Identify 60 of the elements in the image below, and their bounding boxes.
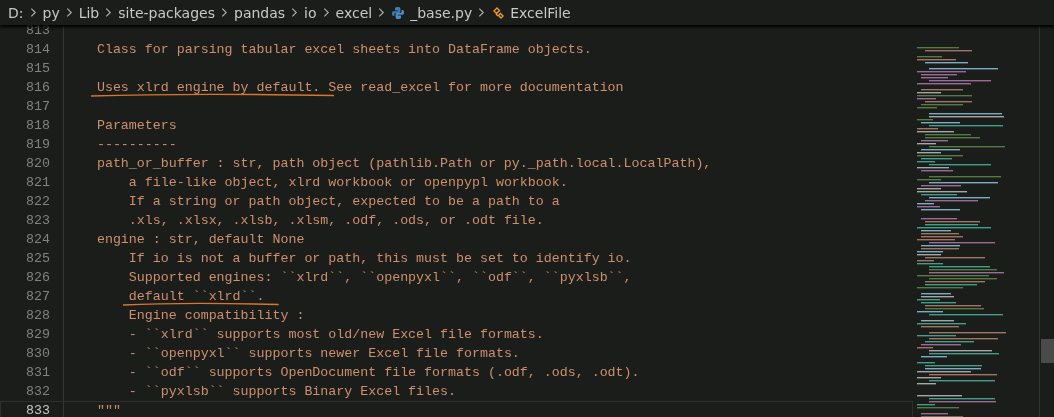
- line-number: 829: [25, 327, 50, 342]
- line-number: 821: [25, 175, 50, 190]
- breadcrumb-folder[interactable]: io: [304, 4, 317, 21]
- code-text: ----------: [96, 137, 177, 152]
- breadcrumb-folder[interactable]: site-packages: [118, 4, 215, 21]
- python-icon: [391, 5, 406, 20]
- chevron-icon: [291, 7, 299, 18]
- breadcrumb-symbol[interactable]: ExcelFile: [491, 4, 571, 21]
- scrollbar-thumb[interactable]: [1041, 339, 1054, 363]
- line-number: 825: [25, 251, 50, 266]
- code-text: engine : str, default None: [96, 232, 305, 247]
- breadcrumb-folder[interactable]: Lib: [78, 4, 100, 21]
- chevron-icon: [29, 7, 37, 18]
- code-text: Engine compatibility :: [128, 308, 305, 323]
- code-text: path_or_buffer : str, path object (pathlib.Path or py._path.local.LocalPath),: [96, 156, 712, 171]
- code-text: - ``xlrd`` supports most old/new Excel file formats.: [128, 327, 544, 342]
- chevron-icon: [65, 7, 73, 18]
- breadcrumb-folder[interactable]: excel: [335, 4, 373, 21]
- code-text: """: [96, 403, 121, 417]
- chevron-icon: [378, 7, 386, 18]
- line-number: 831: [25, 365, 50, 380]
- code-text: If a string or path object, expected to be a path to a: [128, 194, 560, 209]
- line-number: 822: [25, 194, 50, 209]
- line-number: 814: [25, 42, 50, 57]
- line-number: 818: [25, 118, 50, 133]
- line-number: 815: [25, 61, 50, 76]
- line-number: 826: [25, 270, 50, 285]
- code-text: .xls, .xlsx, .xlsb, .xlsm, .odf, .ods, or .odt file.: [128, 213, 544, 228]
- code-text: Class for parsing tabular excel sheets into DataFrame objects.: [96, 42, 592, 57]
- code-text: default ``xlrd``.: [128, 289, 265, 304]
- line-number: 828: [25, 308, 50, 323]
- line-number: 820: [25, 156, 50, 171]
- code-text: See read_excel for more documentation: [328, 80, 624, 95]
- line-number: 833: [25, 403, 50, 417]
- line-number: 827: [25, 289, 50, 304]
- chevron-icon: [322, 7, 330, 18]
- chevron-icon: [221, 7, 228, 18]
- line-number: 830: [25, 346, 50, 361]
- line-number: 819: [25, 137, 50, 152]
- line-number: 816: [25, 80, 50, 95]
- line-number: 832: [25, 384, 50, 399]
- code-text: If io is not a buffer or path, this must be set to identify io.: [128, 251, 632, 266]
- chevron-icon: [105, 7, 113, 18]
- code-text: a file-like object, xlrd workbook or openpypl workbook.: [128, 175, 568, 190]
- breadcrumb-folder[interactable]: py: [42, 4, 60, 21]
- line-number: 817: [25, 99, 50, 114]
- breadcrumb-file[interactable]: _base.py: [391, 4, 473, 21]
- code-text: - ``pyxlsb`` supports Binary Excel files.: [128, 384, 456, 399]
- code-text: - ``odf`` supports OpenDocument file formats (.odf, .ods, .odt).: [128, 365, 640, 380]
- line-number: 813: [25, 25, 50, 38]
- code-text: Parameters: [96, 118, 177, 133]
- line-number: 824: [25, 232, 50, 247]
- code-text: - ``openpyxl`` supports newer Excel file formats.: [128, 346, 520, 361]
- chevron-icon: [478, 7, 486, 18]
- breadcrumb-folder[interactable]: D:: [8, 4, 24, 21]
- code-text: Supported engines: ``xlrd``, ``openpyxl``, ``odf``, ``pyxlsb``,: [128, 270, 632, 285]
- class-icon: [491, 5, 506, 20]
- code-text: Uses xlrd engine by default.: [96, 80, 321, 95]
- breadcrumb-folder[interactable]: pandas: [234, 4, 286, 21]
- line-number: 823: [25, 213, 50, 228]
